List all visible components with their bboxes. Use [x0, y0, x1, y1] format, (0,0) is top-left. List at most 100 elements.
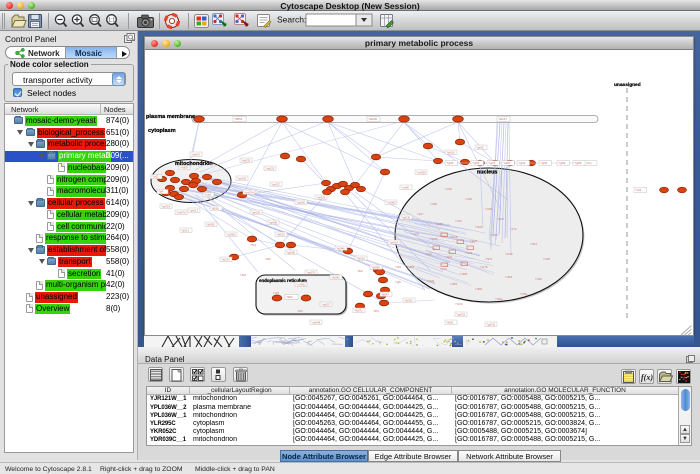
svg-text:Ygl68: Ygl68	[574, 161, 582, 165]
svg-text:Ymr0: Ymr0	[204, 193, 211, 197]
svg-text:Yjl013: Yjl013	[181, 228, 189, 232]
svg-text:Yml00: Yml00	[401, 185, 409, 189]
svg-text:Ybr00: Ybr00	[430, 237, 438, 241]
svg-text:Yhl10: Yhl10	[530, 242, 538, 246]
svg-text:Ykl0: Ykl0	[297, 309, 303, 313]
svg-text:unassigned: unassigned	[614, 82, 641, 88]
svg-text:Ycl50: Ycl50	[520, 292, 527, 296]
svg-text:Ykl032: Ykl032	[404, 298, 413, 302]
svg-text:Ydl65: Ydl65	[460, 272, 468, 276]
svg-text:Ydr045: Ydr045	[311, 320, 320, 324]
svg-text:Ygl56: Ygl56	[472, 161, 480, 165]
svg-text:Ycl49: Ycl49	[465, 251, 472, 255]
svg-text:Ykl072: Ykl072	[221, 257, 230, 261]
svg-text:Ydr023: Ydr023	[265, 166, 274, 170]
svg-text:Ydl47: Ydl47	[497, 217, 505, 221]
svg-text:Ydr057: Ydr057	[321, 302, 330, 306]
svg-text:Yjl081: Yjl081	[211, 206, 219, 210]
svg-text:Ydl30: Ydl30	[495, 297, 503, 301]
svg-text:Ybl026: Ybl026	[356, 256, 365, 260]
svg-text:Ypr017: Ypr017	[189, 208, 198, 212]
svg-text:Ycl07: Ycl07	[455, 219, 462, 223]
svg-text:Yml060: Yml060	[386, 200, 396, 204]
svg-text:nucleus: nucleus	[477, 170, 497, 176]
svg-text:Ygr060: Ygr060	[296, 200, 305, 204]
svg-text:Ygl30: Ygl30	[446, 161, 454, 165]
svg-text:Yhl39: Yhl39	[427, 279, 435, 283]
svg-text:Ybr90: Ybr90	[505, 252, 513, 256]
svg-text:Yor1: Yor1	[586, 161, 592, 165]
svg-text:Yjr70: Yjr70	[510, 227, 517, 231]
svg-text:Ybr6: Ybr6	[240, 273, 246, 277]
svg-text:Yhl75: Yhl75	[485, 257, 493, 261]
svg-text:Yml070: Yml070	[176, 210, 186, 214]
svg-text:Ypr039: Ypr039	[237, 176, 246, 180]
svg-text:Yjr10: Yjr10	[425, 252, 432, 256]
svg-text:Ycl72: Ycl72	[412, 232, 419, 236]
svg-text:Ypr025: Ypr025	[251, 210, 260, 214]
svg-text:Ykl4: Ykl4	[373, 309, 379, 313]
svg-text:Yml062: Yml062	[226, 232, 236, 236]
svg-text:Ykl6: Ykl6	[265, 257, 271, 261]
svg-text:Ygr032: Ygr032	[486, 322, 495, 326]
svg-text:Ykl072: Ykl072	[354, 308, 363, 312]
svg-text:Ykl046: Ykl046	[336, 246, 345, 250]
svg-text:Ydl18: Ydl18	[505, 275, 513, 279]
svg-text:Ypr019: Ypr019	[389, 240, 398, 244]
svg-text:Yml030: Yml030	[416, 170, 426, 174]
svg-text:Ybl09: Ybl09	[180, 166, 188, 170]
svg-text:Ydr057: Ydr057	[191, 152, 200, 156]
svg-text:Search:: Search:	[277, 15, 306, 25]
svg-text:Ycl90: Ycl90	[465, 197, 472, 201]
svg-text:Ycl25: Ycl25	[485, 207, 492, 211]
svg-text:Yjl047: Yjl047	[381, 292, 389, 296]
svg-text:Ynl2: Ynl2	[152, 175, 158, 179]
svg-text:Ykl060: Ykl060	[331, 275, 340, 279]
svg-text:Ygr56: Ygr56	[490, 233, 498, 237]
svg-text:Ygl6: Ygl6	[395, 280, 401, 284]
svg-text:Yhl33: Yhl33	[445, 255, 453, 259]
svg-text:Ykl00: Ykl00	[446, 320, 453, 324]
svg-text:Ydr0: Ydr0	[395, 265, 401, 269]
svg-text:Ydr033: Ydr033	[241, 158, 250, 162]
svg-text:Ygr022: Ygr022	[456, 312, 465, 316]
svg-text:Yil04: Yil04	[286, 295, 293, 299]
svg-text:Ycl38: Ycl38	[543, 257, 550, 261]
svg-text:Ypr05: Ypr05	[476, 145, 484, 149]
svg-text:Ycl50: Ycl50	[535, 277, 542, 281]
svg-text:Ybl082: Ybl082	[206, 222, 215, 226]
svg-text:Ydr3: Ydr3	[635, 188, 641, 192]
svg-text:Ykl217: Ykl217	[498, 117, 507, 121]
svg-text:Yml074: Yml074	[244, 190, 254, 194]
svg-text:Yjr57: Yjr57	[417, 212, 424, 216]
svg-text:f(x): f(x)	[641, 373, 653, 382]
svg-text:Yjl4: Yjl4	[158, 190, 163, 194]
svg-text:Ybl010: Ybl010	[446, 150, 455, 154]
svg-text:Yml052: Yml052	[296, 282, 306, 286]
svg-text:Ybl080: Ybl080	[371, 265, 380, 269]
svg-text:Ycl60: Ycl60	[430, 202, 437, 206]
svg-text:Ygl87: Ygl87	[503, 161, 511, 165]
svg-text:Ybl032: Ybl032	[276, 232, 285, 236]
svg-text:Ykl2: Ykl2	[357, 269, 363, 273]
svg-text:Ycl60: Ycl60	[445, 187, 452, 191]
svg-text:Ydl05: Ydl05	[407, 265, 415, 269]
svg-text:Ybr18: Ybr18	[450, 235, 458, 239]
svg-text:Ybr42: Ybr42	[470, 239, 478, 243]
svg-text:Ygr030: Ygr030	[401, 215, 410, 219]
svg-text:cytoplasm: cytoplasm	[148, 128, 176, 134]
svg-text:Ydr3: Ydr3	[273, 291, 279, 295]
svg-text:Ygr080: Ygr080	[286, 250, 295, 254]
svg-text:Ygl34: Ygl34	[540, 161, 548, 165]
svg-text:Yjr40: Yjr40	[440, 267, 447, 271]
svg-text:Ygr85: Ygr85	[435, 222, 443, 226]
svg-text:Ybr78: Ybr78	[480, 265, 488, 269]
svg-text:Ybr4: Ybr4	[250, 243, 256, 247]
svg-text:Ydl65: Ydl65	[450, 282, 458, 286]
svg-text:Yfl054: Yfl054	[234, 117, 243, 121]
svg-text:Yhl33: Yhl33	[475, 225, 483, 229]
svg-text:Ypr057: Ypr057	[271, 182, 280, 186]
svg-text:Ygl72: Ygl72	[488, 161, 496, 165]
svg-text:Ygr086: Ygr086	[268, 220, 277, 224]
svg-text:Ypl036: Ypl036	[368, 117, 377, 121]
